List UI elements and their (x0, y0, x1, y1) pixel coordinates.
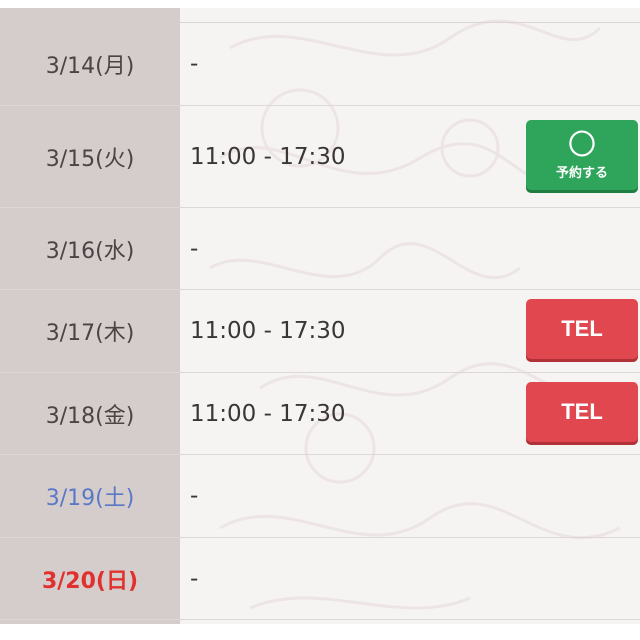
row-hours: 11:00 - 17:30 (190, 400, 346, 427)
schedule-row-3-20: 3/20(日) - (0, 538, 640, 620)
reserve-button[interactable]: 〇 予約する (526, 120, 638, 190)
row-hours: - (190, 51, 199, 77)
tel-button[interactable]: TEL (526, 299, 638, 359)
row-date: 3/14(月) (45, 54, 135, 79)
row-date-saturday: 3/19(土) (45, 486, 135, 511)
tel-button[interactable]: TEL (526, 382, 638, 442)
reserve-button-label: 予約する (555, 165, 608, 181)
schedule-table: 3/14(月) - 3/15(火) 11:00 - 17:30 〇 予約する 3… (0, 8, 640, 624)
schedule-row-3-15: 3/15(火) 11:00 - 17:30 〇 予約する (0, 106, 640, 208)
row-hours: - (190, 483, 199, 509)
schedule-row-3-19: 3/19(土) - (0, 455, 640, 538)
row-hours: - (190, 235, 199, 262)
row-date-sunday: 3/20(日) (41, 568, 139, 594)
row-date: 3/15(火) (45, 146, 135, 172)
available-circle-icon: 〇 (567, 127, 596, 161)
schedule-row-3-17: 3/17(木) 11:00 - 17:30 TEL (0, 290, 640, 373)
row-date: 3/17(木) (45, 321, 135, 346)
row-hours: - (190, 565, 199, 592)
schedule-row-3-16: 3/16(水) - (0, 208, 640, 290)
schedule-row-3-18: 3/18(金) 11:00 - 17:30 TEL (0, 373, 640, 455)
row-date: 3/16(水) (45, 238, 135, 264)
schedule-row-3-14: 3/14(月) - (0, 23, 640, 106)
schedule-rows: 3/14(月) - 3/15(火) 11:00 - 17:30 〇 予約する 3… (0, 23, 640, 620)
row-hours: 11:00 - 17:30 (190, 318, 346, 344)
row-hours: 11:00 - 17:30 (190, 143, 346, 170)
row-date: 3/18(金) (45, 403, 135, 429)
